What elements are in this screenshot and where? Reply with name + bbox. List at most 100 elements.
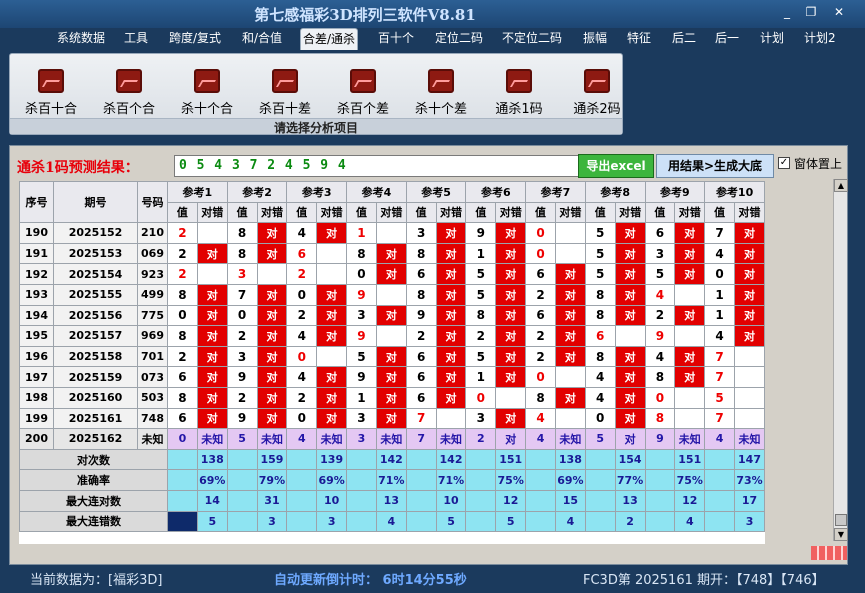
menu-item-1[interactable]: 工具: [122, 28, 150, 50]
menu-item-11[interactable]: 后一: [713, 28, 741, 50]
stat-spacer: [167, 510, 198, 533]
cell-result: 对: [196, 386, 228, 409]
cell-result: 对: [614, 345, 646, 368]
ontop-checkbox[interactable]: ✓: [778, 157, 790, 169]
cell-value: 9: [465, 222, 497, 244]
close-button[interactable]: ✕: [828, 3, 850, 21]
stat-value: 5: [495, 510, 527, 533]
ribbon-button-6[interactable]: 通杀1码: [484, 66, 554, 124]
minimize-button[interactable]: _: [776, 3, 798, 21]
table-row[interactable]: 197 2025159 073 6 对 9 对 4 对 9 对 6 对 1 对 0 4 对 8 对 7: [19, 366, 765, 388]
menu-item-9[interactable]: 特征: [625, 28, 653, 50]
cell-result: [554, 407, 586, 430]
stat-spacer: [286, 448, 318, 471]
cell-result: [674, 407, 706, 430]
scroll-down-icon[interactable]: ▼: [834, 528, 848, 541]
table-row[interactable]: 193 2025155 499 8 对 7 对 0 对 9 8 对 5 对 2 对 8 对 4 1 对: [19, 283, 765, 306]
menu-item-0[interactable]: 系统数据: [55, 28, 107, 50]
menu-item-13[interactable]: 计划2: [802, 28, 838, 50]
stat-value: 12: [495, 489, 527, 512]
ribbon-button-4[interactable]: 杀百个差: [328, 66, 398, 124]
cell-result: 未知: [196, 428, 228, 450]
menu-item-5[interactable]: 百十个: [376, 28, 416, 50]
table-row[interactable]: 199 2025161 748 6 对 9 对 0 对 3 对 7 3 对 4 0 对 8 7: [19, 407, 765, 430]
stat-spacer: [286, 510, 318, 533]
vertical-scrollbar[interactable]: ▲ ▼: [833, 179, 848, 541]
stat-spacer: [704, 510, 736, 533]
menu-item-2[interactable]: 跨度/复式: [167, 28, 223, 50]
menu-item-12[interactable]: 计划: [758, 28, 786, 50]
cell-value: 8: [226, 242, 258, 265]
scroll-up-icon[interactable]: ▲: [834, 179, 848, 192]
stat-spacer: [644, 489, 676, 512]
cell-value: 9: [346, 366, 377, 388]
ribbon-button-0[interactable]: 杀百十合: [16, 66, 86, 124]
table-row[interactable]: 192 2025154 923 2 3 2 0 对 6 对 5 对 6 对 5 对 5 对 0 对: [19, 263, 765, 285]
cell-result: 对: [375, 304, 407, 327]
menu-item-3[interactable]: 和/合值: [240, 28, 284, 50]
table-row[interactable]: 194 2025156 775 0 对 0 对 2 对 3 对 9 对 8 对 6 对 8 对 2 对 1 对: [19, 304, 765, 327]
scroll-thumb[interactable]: [835, 514, 847, 526]
cell-value: 1: [704, 283, 736, 306]
table-row[interactable]: 195 2025157 969 8 对 2 对 4 对 9 2 对 2 对 2 对 6 9 4 对: [19, 325, 765, 347]
row-period: 2025158: [53, 345, 138, 368]
cell-result: [734, 366, 765, 388]
row-period: 2025153: [53, 242, 138, 265]
table-row[interactable]: 196 2025158 701 2 对 3 对 0 5 对 6 对 5 对 2 对 8 对 4 对 7: [19, 345, 765, 368]
cell-result: [554, 366, 586, 388]
cell-result: 对: [734, 263, 765, 285]
menu-item-10[interactable]: 后二: [670, 28, 698, 50]
stat-row: 准确率 69% 79% 69% 71% 71% 75% 69% 77% 75% 73%: [19, 469, 765, 491]
menu-item-7[interactable]: 不定位二码: [500, 28, 564, 50]
row-period: 2025157: [53, 325, 138, 347]
ribbon-button-5[interactable]: 杀十个差: [406, 66, 476, 124]
cell-value: 5: [226, 428, 258, 450]
cell-value: 5: [704, 386, 736, 409]
cell-value: 2: [167, 345, 198, 368]
cell-value: 5: [584, 428, 616, 450]
row-seq: 199: [19, 407, 54, 430]
stat-value: 147: [734, 448, 765, 471]
table-row[interactable]: 190 2025152 210 2 8 对 4 对 1 3 对 9 对 0 5 对 6 对 7 对: [19, 222, 765, 244]
table-row[interactable]: 191 2025153 069 2 对 8 对 6 8 对 8 对 1 对 0 5 对 3 对 4 对: [19, 242, 765, 265]
ribbon-button-2[interactable]: 杀十个合: [172, 66, 242, 124]
cell-value: 8: [167, 325, 198, 347]
cell-value: 2: [167, 242, 198, 265]
stat-spacer: [346, 448, 377, 471]
stat-value: 151: [674, 448, 706, 471]
export-excel-button[interactable]: 导出excel: [578, 154, 654, 178]
cell-value: 2: [525, 345, 556, 368]
menu-item-4[interactable]: 合差/通杀: [300, 28, 359, 50]
header-result: 对错: [495, 201, 527, 224]
cell-result: 对: [316, 407, 348, 430]
generate-base-button[interactable]: 用结果>生成大底: [656, 154, 774, 178]
ribbon-button-1[interactable]: 杀百个合: [94, 66, 164, 124]
header-seq: 序号: [19, 181, 54, 224]
cell-value: 1: [346, 222, 377, 244]
cell-value: 6: [167, 407, 198, 430]
cell-value: 9: [346, 325, 377, 347]
cell-value: 8: [584, 345, 616, 368]
ribbon-button-3[interactable]: 杀百十差: [250, 66, 320, 124]
table-row[interactable]: 198 2025160 503 8 对 2 对 2 对 1 对 6 对 0 8 对 4 对 0 5: [19, 386, 765, 409]
cell-result: 对: [614, 366, 646, 388]
stat-spacer: [704, 448, 736, 471]
header-value: 值: [465, 201, 497, 224]
prediction-value-field[interactable]: 0 5 4 3 7 2 4 5 9 4: [174, 155, 584, 177]
cell-value: 0: [525, 242, 556, 265]
cell-value: 8: [644, 407, 676, 430]
stat-value: 73%: [734, 469, 765, 491]
ribbon-button-7[interactable]: 通杀2码: [562, 66, 632, 124]
cell-result: 对: [196, 304, 228, 327]
menu-item-8[interactable]: 振幅: [581, 28, 609, 50]
progress-indicator: [811, 546, 847, 560]
header-result: 对错: [734, 201, 765, 224]
prediction-row[interactable]: 200 2025162 未知 0 未知 5 未知 4 未知 3 未知 7 未知 2 对 4 未知 5 对 9 未知 4 未知: [19, 428, 765, 450]
maximize-button[interactable]: ❐: [800, 3, 822, 21]
header-result: 对错: [256, 201, 288, 224]
menu-item-6[interactable]: 定位二码: [433, 28, 485, 50]
cell-value: 2: [286, 304, 318, 327]
cell-value: 9: [226, 366, 258, 388]
stat-spacer: [226, 510, 258, 533]
row-period: 2025152: [53, 222, 138, 244]
